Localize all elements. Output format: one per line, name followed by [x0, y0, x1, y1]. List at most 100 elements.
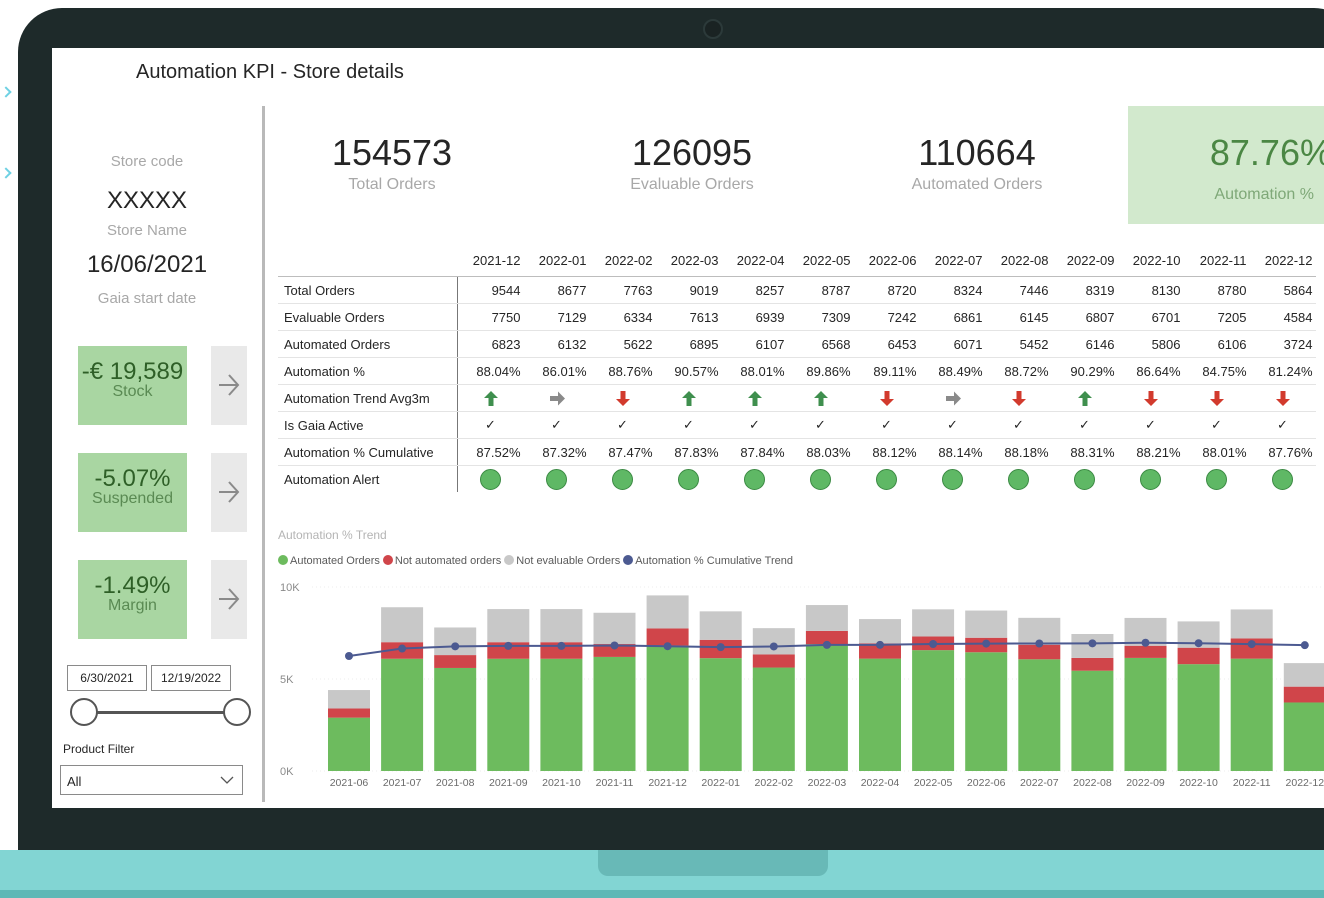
trend-point [398, 644, 407, 653]
legend-swatch [623, 555, 634, 565]
matrix-cell: 86.01% [523, 357, 590, 385]
alert-status-dot-icon [722, 466, 788, 493]
bar-segment [1283, 702, 1324, 771]
slider-end-handle[interactable] [223, 698, 251, 726]
suspended-caption: Suspended [92, 490, 173, 507]
x-tick-label: 2022-11 [1233, 777, 1271, 789]
alert-status-dot-icon [457, 466, 524, 493]
x-tick-label: 2021-11 [596, 777, 634, 789]
checkmark-icon: ✓ [1117, 411, 1184, 439]
trend-down-arrow-icon [985, 384, 1052, 412]
checkmark-icon: ✓ [1183, 411, 1250, 439]
matrix-cell: 88.31% [1051, 438, 1118, 466]
bar-segment [328, 717, 370, 771]
trend-point [663, 642, 672, 651]
matrix-cell: 6106 [1183, 330, 1250, 358]
matrix-cell: 7309 [787, 303, 854, 331]
checkmark-icon: ✓ [787, 411, 854, 439]
report-canvas: Automation KPI - Store details Store cod… [52, 48, 1324, 808]
checkmark-icon: ✓ [1249, 411, 1316, 439]
matrix-cell: 6453 [853, 330, 920, 358]
bar-segment [1124, 645, 1167, 658]
trend-point [557, 641, 566, 650]
store-code-label: Store code [110, 153, 184, 170]
legend-item[interactable]: Not automated orders [382, 555, 502, 567]
matrix-row: Automation % 88.04% 86.01% 88.76% 90.57% 88.0… [278, 357, 1316, 385]
trend-point [1300, 641, 1309, 650]
matrix-row-label: Evaluable Orders [278, 303, 458, 331]
matrix-row: Automated Orders 6823 6132 5622 6895 6107 6568… [278, 330, 1316, 358]
legend-label: Not automated orders [394, 555, 502, 567]
bar-segment [328, 690, 370, 709]
alert-status-dot-icon [656, 466, 722, 493]
kpi-value: 110664 [918, 132, 1036, 173]
gaia-start-date-value: 16/06/2021 [86, 251, 208, 278]
y-tick-label: 10K [280, 582, 300, 594]
bar-segment [912, 609, 955, 637]
bar-segment [646, 595, 689, 629]
kpi-caption: Total Orders [348, 176, 436, 193]
matrix-cell: 87.47% [589, 438, 656, 466]
stock-drill-button[interactable] [211, 346, 247, 425]
suspended-drill-button[interactable] [211, 453, 247, 532]
legend-item[interactable]: Automation % Cumulative Trend [623, 555, 793, 567]
matrix-cell: 4584 [1249, 303, 1316, 331]
matrix-cell: 7205 [1183, 303, 1250, 331]
bar-segment [699, 611, 742, 640]
matrix-cell: 6146 [1051, 330, 1118, 358]
matrix-cell: 6334 [589, 303, 656, 331]
margin-drill-button[interactable] [211, 560, 247, 639]
matrix-column-header: 2021-12 [457, 244, 524, 277]
matrix-cell: 88.01% [1183, 438, 1250, 466]
matrix-cell: 6145 [985, 303, 1052, 331]
matrix-cell: 9544 [457, 276, 524, 304]
bar-segment [487, 658, 530, 771]
bar-segment [1071, 670, 1114, 771]
end-date-input[interactable]: 12/19/2022 [151, 665, 231, 691]
matrix-cell: 6807 [1051, 303, 1118, 331]
matrix-cell: 7129 [523, 303, 590, 331]
legend-item[interactable]: Not evaluable Orders [504, 555, 620, 567]
x-tick-label: 2022-03 [808, 777, 847, 789]
matrix-row-label: Automation % Cumulative [278, 438, 458, 466]
legend-item[interactable]: Automated Orders [278, 555, 380, 567]
kpi-automation-pct: 87.76% Automation % [1128, 106, 1324, 224]
bar-segment [593, 656, 636, 771]
matrix-cell: 81.24% [1249, 357, 1316, 385]
store-name-label: Store Name [106, 222, 188, 239]
matrix-cell: 8787 [787, 276, 854, 304]
checkmark-icon: ✓ [919, 411, 986, 439]
matrix-cell: 8324 [919, 276, 986, 304]
slider-start-handle[interactable] [70, 698, 98, 726]
bar-segment [965, 652, 1008, 771]
date-slider-track[interactable] [82, 711, 238, 714]
arrow-right-icon [219, 481, 240, 503]
matrix-cell: 88.76% [589, 357, 656, 385]
stock-caption: Stock [112, 383, 153, 400]
x-tick-label: 2022-06 [967, 777, 1006, 789]
bar-segment [434, 627, 477, 656]
matrix-cell: 88.72% [985, 357, 1052, 385]
trend-point [1088, 639, 1097, 648]
y-tick-label: 5K [280, 674, 294, 686]
start-date-input[interactable]: 6/30/2021 [67, 665, 147, 691]
matrix-cell: 7613 [655, 303, 722, 331]
x-tick-label: 2021-07 [383, 777, 422, 789]
legend-label: Automated Orders [290, 555, 380, 567]
product-filter-dropdown[interactable]: All [60, 765, 243, 795]
matrix-cell: 6861 [919, 303, 986, 331]
trend-up-arrow-icon [457, 384, 524, 412]
chevron-down-icon [220, 776, 234, 784]
matrix-cell: 87.32% [523, 438, 590, 466]
trend-up-arrow-icon [721, 384, 788, 412]
suspended-tile: -5.07% Suspended [78, 453, 187, 532]
bar-segment [434, 667, 477, 771]
bar-segment [487, 609, 530, 643]
kpi-caption: Automated Orders [911, 176, 1043, 193]
matrix-cell: 6939 [721, 303, 788, 331]
bar-segment [540, 609, 583, 643]
stock-value: -€ 19,589 [81, 358, 184, 385]
matrix-cell: 88.49% [919, 357, 986, 385]
trend-point [1194, 639, 1203, 648]
bar-segment [646, 645, 689, 771]
